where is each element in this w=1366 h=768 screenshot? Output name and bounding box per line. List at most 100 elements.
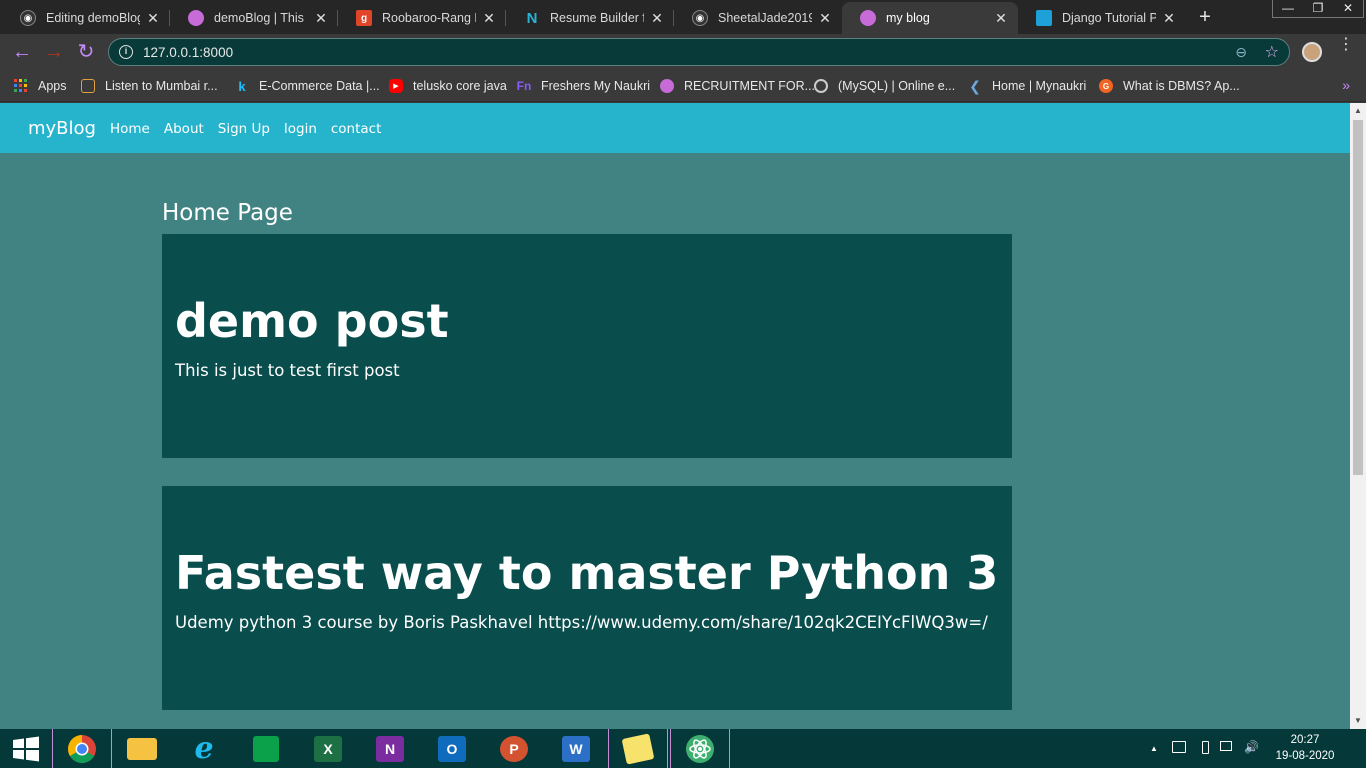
network-icon[interactable] bbox=[1172, 741, 1186, 753]
address-url[interactable]: 127.0.0.1:8000 bbox=[143, 45, 233, 60]
tab-sheetaljade-github[interactable]: ◉ SheetalJade2019/de ✕ bbox=[674, 2, 842, 34]
windows-start-button[interactable] bbox=[0, 729, 52, 768]
nav-signup-link[interactable]: Sign Up bbox=[218, 121, 270, 137]
tab-editing-demoblog[interactable]: ◉ Editing demoBlog/R ✕ bbox=[2, 2, 170, 34]
word-icon: W bbox=[562, 735, 590, 762]
post-card: Fastest way to master Python 3 Udemy pyt… bbox=[162, 486, 1012, 710]
taskbar-clock[interactable]: 20:27 19-08-2020 bbox=[1270, 732, 1340, 764]
tray-overflow-icon[interactable]: ▲ bbox=[1150, 744, 1158, 753]
scroll-down-icon[interactable]: ▼ bbox=[1350, 713, 1366, 729]
bookmark-dbms[interactable]: G What is DBMS? Ap... bbox=[1099, 76, 1240, 96]
back-button[interactable]: ← bbox=[10, 40, 34, 64]
store-icon bbox=[253, 735, 279, 762]
page-title: Home Page bbox=[162, 200, 293, 226]
taskbar-chrome[interactable] bbox=[52, 729, 112, 768]
display-icon[interactable] bbox=[1220, 741, 1232, 751]
tab-close-icon[interactable]: ✕ bbox=[818, 10, 832, 27]
site-nav-links: Home About Sign Up login contact bbox=[110, 121, 381, 137]
windows-logo-icon bbox=[13, 736, 39, 762]
taskbar-powerpoint[interactable]: P bbox=[484, 729, 544, 768]
tab-close-icon[interactable]: ✕ bbox=[482, 10, 496, 27]
tab-django-tutorial[interactable]: Django Tutorial Par ✕ bbox=[1018, 2, 1186, 34]
volume-icon[interactable]: 🔊 bbox=[1244, 740, 1259, 754]
bookmark-freshers-naukri[interactable]: Fn Freshers My Naukri bbox=[517, 76, 650, 96]
radio-icon bbox=[81, 79, 95, 93]
site-brand[interactable]: myBlog bbox=[28, 118, 96, 139]
bookmark-mynaukri[interactable]: ❮ Home | Mynaukri bbox=[968, 76, 1086, 96]
bookmark-label: What is DBMS? Ap... bbox=[1123, 79, 1240, 93]
tab-close-icon[interactable]: ✕ bbox=[146, 10, 160, 27]
browser-menu-icon[interactable]: ⋮ bbox=[1338, 37, 1354, 53]
bookmark-label: E-Commerce Data |... bbox=[259, 79, 380, 93]
nav-home-link[interactable]: Home bbox=[110, 121, 150, 137]
kaggle-icon: k bbox=[238, 78, 246, 94]
minimize-button[interactable]: — bbox=[1274, 0, 1302, 18]
tab-my-blog[interactable]: my blog ✕ bbox=[842, 2, 1018, 34]
tab-close-icon[interactable]: ✕ bbox=[314, 10, 328, 27]
bookmark-label: Home | Mynaukri bbox=[992, 79, 1087, 93]
restore-button[interactable]: ❐ bbox=[1304, 0, 1332, 18]
bookmarks-bar: Apps Listen to Mumbai r... k E-Commerce … bbox=[0, 70, 1366, 102]
close-window-button[interactable]: ✕ bbox=[1334, 0, 1362, 18]
scroll-thumb[interactable] bbox=[1353, 120, 1363, 475]
sticky-notes-icon bbox=[621, 732, 655, 765]
address-bar[interactable]: i 127.0.0.1:8000 ⊖ ☆ bbox=[108, 38, 1290, 66]
chrome-icon bbox=[68, 734, 96, 763]
bookmark-label: telusko core java bbox=[413, 79, 507, 93]
battery-icon[interactable] bbox=[1202, 741, 1209, 754]
bookmark-mysql-online[interactable]: (MySQL) | Online e... bbox=[814, 76, 955, 96]
apps-grid-icon bbox=[14, 79, 28, 93]
page-viewport: myBlog Home About Sign Up login contact … bbox=[0, 103, 1350, 729]
bookmarks-overflow-icon[interactable]: » bbox=[1342, 77, 1350, 93]
globe-icon bbox=[860, 10, 876, 26]
taskbar-onenote[interactable]: N bbox=[360, 729, 420, 768]
taskbar-internet-explorer[interactable]: e bbox=[174, 729, 234, 768]
reload-button[interactable]: ↻ bbox=[74, 40, 98, 64]
bookmark-label: Freshers My Naukri bbox=[541, 79, 651, 93]
globe-icon bbox=[660, 79, 674, 93]
bookmark-mumbai-radio[interactable]: Listen to Mumbai r... bbox=[81, 76, 218, 96]
new-tab-button[interactable]: + bbox=[1194, 6, 1216, 28]
bookmark-apps[interactable]: Apps bbox=[14, 76, 67, 96]
bookmark-recruitment[interactable]: RECRUITMENT FOR... bbox=[660, 76, 815, 96]
bookmark-ecommerce-data[interactable]: k E-Commerce Data |... bbox=[235, 76, 380, 96]
bookmark-telusko[interactable]: ▶ telusko core java bbox=[389, 76, 507, 96]
taskbar-outlook[interactable]: O bbox=[422, 729, 482, 768]
tab-title: Django Tutorial Par bbox=[1062, 11, 1156, 25]
forward-button[interactable]: → bbox=[42, 40, 66, 64]
taskbar-file-explorer[interactable] bbox=[112, 729, 172, 768]
tab-close-icon[interactable]: ✕ bbox=[1162, 10, 1176, 27]
tab-strip: ◉ Editing demoBlog/R ✕ demoBlog | This i… bbox=[0, 0, 1366, 34]
page-scrollbar[interactable]: ▲ ▼ bbox=[1350, 103, 1366, 729]
powerpoint-icon: P bbox=[500, 735, 528, 762]
github-icon: ◉ bbox=[20, 10, 36, 26]
bookmark-label: (MySQL) | Online e... bbox=[838, 79, 956, 93]
novoresume-icon: N bbox=[526, 9, 538, 27]
profile-avatar[interactable] bbox=[1302, 42, 1322, 62]
taskbar-excel[interactable]: X bbox=[298, 729, 358, 768]
outlook-icon: O bbox=[438, 735, 466, 762]
post-body: This is just to test first post bbox=[175, 361, 400, 380]
youtube-icon: ▶ bbox=[389, 79, 403, 93]
nav-login-link[interactable]: login bbox=[284, 121, 317, 137]
atom-icon bbox=[686, 734, 714, 763]
browser-toolbar: ← → ↻ i 127.0.0.1:8000 ⊖ ☆ ⋮ bbox=[0, 34, 1366, 70]
bookmark-star-icon[interactable]: ☆ bbox=[1265, 42, 1279, 62]
zoom-icon[interactable]: ⊖ bbox=[1235, 44, 1247, 61]
nav-contact-link[interactable]: contact bbox=[331, 121, 382, 137]
tab-close-icon[interactable]: ✕ bbox=[994, 10, 1008, 27]
taskbar-word[interactable]: W bbox=[546, 729, 606, 768]
taskbar-store[interactable] bbox=[236, 729, 296, 768]
taskbar-atom[interactable] bbox=[670, 729, 730, 768]
scroll-up-icon[interactable]: ▲ bbox=[1350, 103, 1366, 119]
tab-demoblog[interactable]: demoBlog | This is m ✕ bbox=[170, 2, 338, 34]
taskbar-sticky-notes[interactable] bbox=[608, 729, 668, 768]
tab-resume-builder[interactable]: N Resume Builder for ✕ bbox=[506, 2, 674, 34]
tab-title: Editing demoBlog/R bbox=[46, 11, 140, 25]
site-info-icon[interactable]: i bbox=[119, 45, 133, 59]
nav-about-link[interactable]: About bbox=[164, 121, 204, 137]
guru99-icon: G bbox=[1099, 79, 1113, 93]
tab-roobaroo[interactable]: g Roobaroo-Rang De ✕ bbox=[338, 2, 506, 34]
tab-close-icon[interactable]: ✕ bbox=[650, 10, 664, 27]
onenote-icon: N bbox=[376, 735, 404, 762]
